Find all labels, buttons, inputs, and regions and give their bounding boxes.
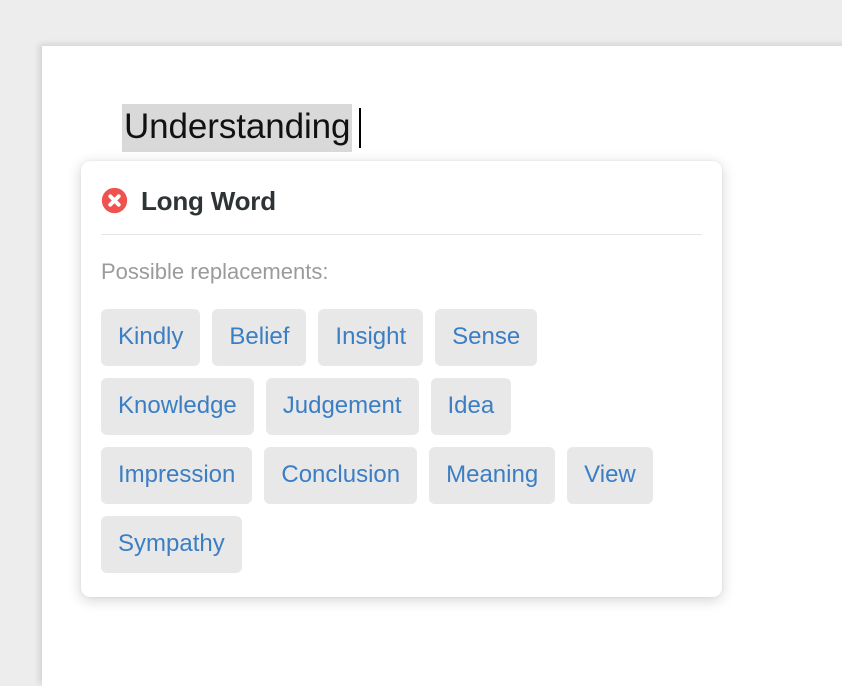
replacement-chip[interactable]: Knowledge xyxy=(101,378,254,436)
replacement-chip[interactable]: Belief xyxy=(212,309,307,367)
possible-replacements-label: Possible replacements: xyxy=(101,259,329,284)
replacement-chip[interactable]: Judgement xyxy=(265,378,419,436)
popup-header: Long Word xyxy=(101,183,702,214)
popup-title: Long Word xyxy=(141,185,276,216)
document-body[interactable]: Understanding xyxy=(122,104,822,153)
replacement-chip[interactable]: View xyxy=(567,447,653,505)
replacement-chip[interactable]: Meaning xyxy=(429,447,556,505)
replacement-chip[interactable]: Sympathy xyxy=(101,516,242,574)
highlighted-word[interactable]: Understanding xyxy=(122,104,353,153)
replacement-chip[interactable]: Idea xyxy=(430,378,512,436)
text-caret xyxy=(359,108,362,149)
replacement-chip[interactable]: Conclusion xyxy=(264,447,418,505)
replacement-chip-list: Kindly Belief Insight Sense Knowledge Ju… xyxy=(101,309,661,574)
replacement-chip[interactable]: Kindly xyxy=(101,309,201,367)
app-root: Understanding Long Word Possible replace… xyxy=(0,0,842,686)
long-word-suggestion-popup: Long Word Possible replacements: Kindly … xyxy=(81,161,722,598)
error-circle-x-icon xyxy=(101,187,128,214)
replacement-chip[interactable]: Sense xyxy=(435,309,538,367)
replacement-chip[interactable]: Insight xyxy=(318,309,424,367)
document-heading[interactable]: Understanding xyxy=(122,104,822,153)
popup-divider xyxy=(101,234,702,235)
replacement-chip[interactable]: Impression xyxy=(101,447,253,505)
